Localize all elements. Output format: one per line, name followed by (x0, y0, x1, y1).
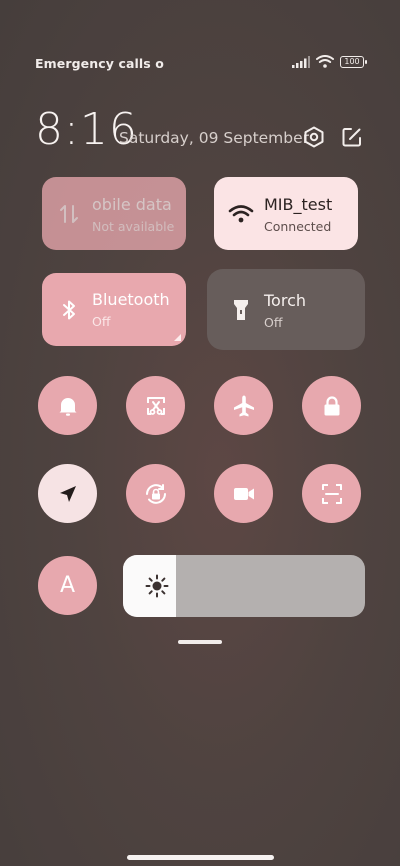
mobile-data-status: Not available (92, 219, 175, 234)
torch-status: Off (264, 315, 283, 330)
location-toggle[interactable] (38, 464, 97, 523)
flashlight-icon (234, 299, 248, 320)
battery-level-text: 100 (344, 56, 360, 66)
bell-icon (59, 397, 76, 416)
battery-icon: 100 (340, 55, 367, 68)
video-camera-icon (233, 487, 254, 500)
rotation-lock-icon (145, 483, 166, 504)
mobile-data-label: obile data (92, 195, 172, 214)
status-icons: 100 (292, 55, 367, 68)
brightness-slider[interactable] (123, 555, 365, 617)
airplane-icon (233, 395, 254, 416)
screenshot-icon (146, 396, 165, 415)
signal-icon (292, 55, 310, 68)
wifi-network-name: MIB_test (264, 195, 333, 214)
rotation-lock-toggle[interactable] (126, 464, 185, 523)
wifi-status: Connected (264, 219, 332, 234)
panel-drag-handle[interactable] (178, 640, 222, 644)
screenshot-toggle[interactable] (126, 376, 185, 435)
date-text: Saturday, 09 September (119, 129, 310, 147)
sun-icon (145, 574, 169, 598)
expand-corner-icon (174, 334, 181, 341)
edit-icon[interactable] (340, 125, 364, 149)
auto-brightness-toggle[interactable]: A (38, 556, 97, 615)
torch-label: Torch (264, 291, 307, 310)
airplane-mode-toggle[interactable] (214, 376, 273, 435)
status-bar: Emergency calls o 100 (0, 0, 400, 71)
scanner-toggle[interactable] (302, 464, 361, 523)
bluetooth-tile[interactable]: Bluetooth Off (42, 273, 186, 346)
mobile-data-tile[interactable]: obile data Not available (42, 177, 186, 250)
carrier-status-text: Emergency calls o (35, 56, 164, 71)
bluetooth-status: Off (92, 314, 111, 329)
wifi-icon (228, 204, 254, 222)
wifi-status-icon (316, 55, 334, 68)
home-indicator[interactable] (127, 855, 274, 860)
torch-tile[interactable]: Torch Off (207, 269, 365, 350)
auto-brightness-label: A (59, 573, 76, 598)
mobile-data-icon (60, 204, 78, 223)
scan-icon (321, 483, 342, 504)
bluetooth-label: Bluetooth (92, 290, 170, 309)
lock-icon (324, 395, 339, 415)
lock-screen-toggle[interactable] (302, 376, 361, 435)
screen-recorder-toggle[interactable] (214, 464, 273, 523)
location-icon (59, 485, 76, 502)
bluetooth-icon (63, 300, 75, 319)
mute-toggle[interactable] (38, 376, 97, 435)
settings-icon[interactable] (302, 125, 326, 149)
wifi-tile[interactable]: MIB_test Connected (214, 177, 358, 250)
